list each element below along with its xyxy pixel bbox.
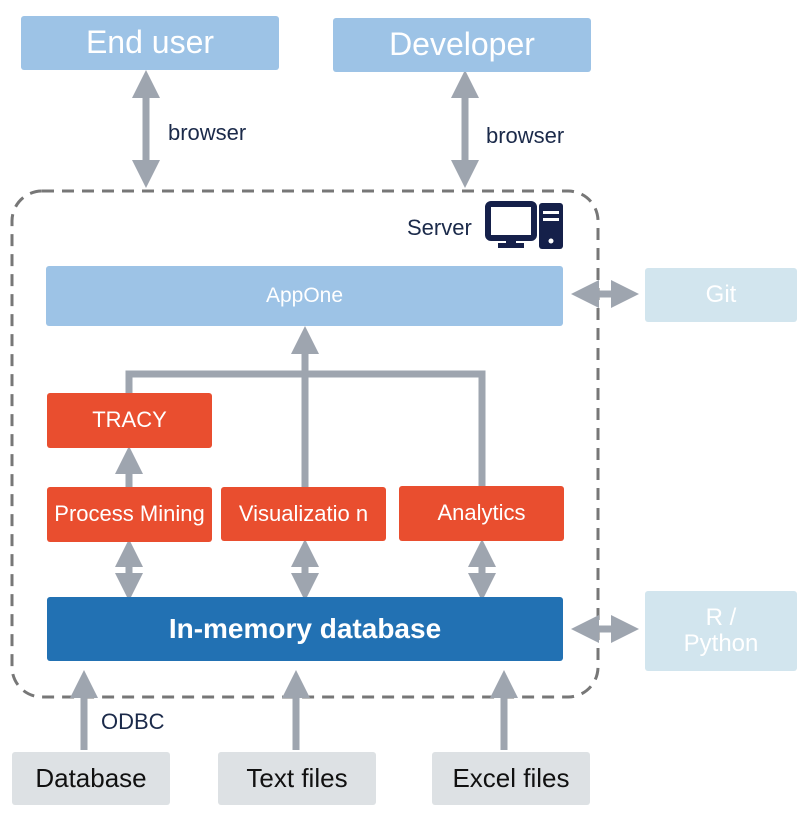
tracy-box: TRACY <box>47 393 212 448</box>
process-mining-box: Process Mining <box>47 487 212 542</box>
analytics-box: Analytics <box>399 486 564 541</box>
odbc-label: ODBC <box>101 709 165 734</box>
end-user-box: End user <box>21 16 279 70</box>
git-box: Git <box>645 268 797 322</box>
text-files-source-box: Text files <box>218 752 376 805</box>
developer-box: Developer <box>333 18 591 72</box>
in-memory-database-box: In-memory database <box>47 597 563 661</box>
excel-files-source-box: Excel files <box>432 752 590 805</box>
browser-label: browser <box>168 120 247 145</box>
database-source-box: Database <box>12 752 170 805</box>
browser-label: browser <box>486 123 565 148</box>
appone-box: AppOne <box>46 266 563 326</box>
r-python-box: R / Python <box>645 591 797 671</box>
visualization-box: Visualizatio n <box>221 487 386 541</box>
desktop-tower-icon <box>485 201 563 249</box>
server-label: Server <box>407 215 472 240</box>
